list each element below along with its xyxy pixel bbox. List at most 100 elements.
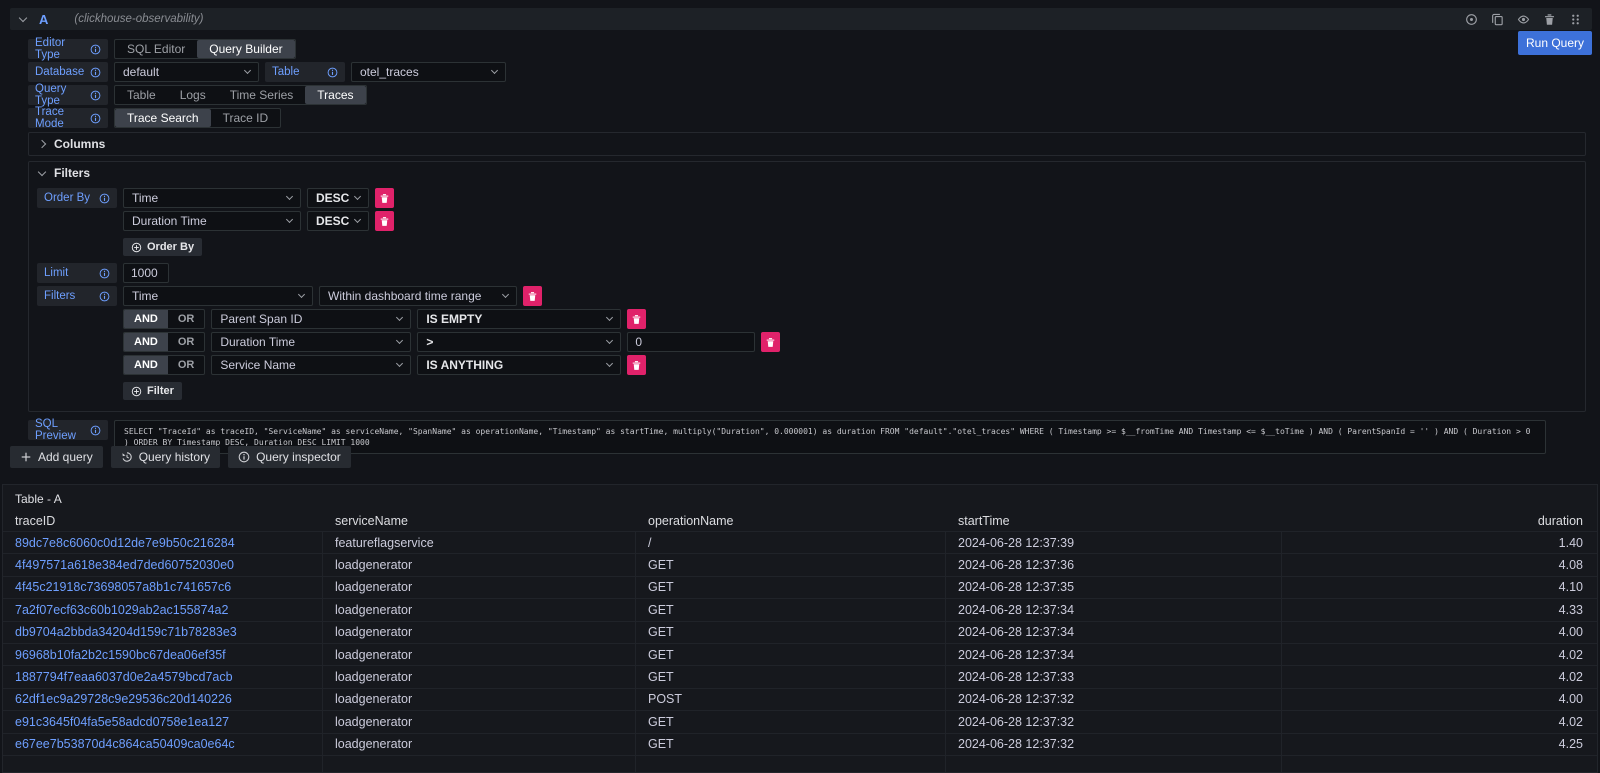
table-row: db9704a2bbda34204d159c71b78283e3 loadgen… bbox=[3, 621, 1597, 643]
chevron-down-icon bbox=[606, 314, 613, 321]
filter-field-select[interactable]: Parent Span ID bbox=[211, 309, 411, 329]
info-circle-icon[interactable] bbox=[90, 67, 101, 78]
plus-icon bbox=[20, 451, 32, 463]
duration-cell: 4.00 bbox=[1282, 622, 1597, 643]
info-circle-icon[interactable] bbox=[90, 44, 101, 55]
query-row-header[interactable]: A (clickhouse-observability) bbox=[10, 8, 1592, 30]
limit-input[interactable] bbox=[123, 263, 169, 283]
info-circle-icon[interactable] bbox=[90, 113, 101, 124]
chevron-down-icon bbox=[298, 291, 305, 298]
filter-operator-select[interactable]: IS ANYTHING bbox=[417, 355, 621, 375]
column-header-servicename[interactable]: serviceName bbox=[323, 514, 636, 528]
column-header-starttime[interactable]: startTime bbox=[946, 514, 1282, 528]
columns-section-header[interactable]: Columns bbox=[29, 133, 1585, 155]
join-and-option[interactable]: AND bbox=[124, 310, 168, 328]
trace-id-link[interactable]: 1887794f7eaa6037d0e2a4579bcd7acb bbox=[15, 670, 233, 684]
duration-cell: 4.00 bbox=[1282, 689, 1597, 710]
service-name-cell: loadgenerator bbox=[323, 711, 636, 732]
order-by-field-select[interactable]: Time bbox=[123, 188, 301, 208]
add-order-by-button[interactable]: Order By bbox=[123, 238, 202, 256]
help-circle-icon[interactable] bbox=[1465, 13, 1478, 26]
filter-operator-select[interactable]: IS EMPTY bbox=[417, 309, 621, 329]
join-and-option[interactable]: AND bbox=[124, 333, 168, 351]
order-by-direction-select[interactable]: DESC bbox=[307, 188, 369, 208]
trace-id-link[interactable]: 4f497571a618e384ed7ded60752030e0 bbox=[15, 558, 234, 572]
trace-id-link[interactable]: 4f45c21918c73698057a8b1c741657c6 bbox=[15, 580, 231, 594]
filter-field-select[interactable]: Time bbox=[123, 286, 313, 306]
trace-id-link[interactable]: db9704a2bbda34204d159c71b78283e3 bbox=[15, 625, 237, 639]
filter-operator-select[interactable]: Within dashboard time range bbox=[319, 286, 517, 306]
add-query-button[interactable]: Add query bbox=[10, 446, 103, 468]
info-circle-icon[interactable] bbox=[327, 67, 338, 78]
order-by-label: Order By bbox=[37, 188, 117, 208]
service-name-cell: loadgenerator bbox=[323, 644, 636, 665]
editor-type-option-sql-editor[interactable]: SQL Editor bbox=[115, 40, 197, 58]
query-type-option-logs[interactable]: Logs bbox=[168, 86, 218, 104]
join-or-option[interactable]: OR bbox=[168, 310, 205, 328]
remove-filter-button[interactable] bbox=[627, 309, 646, 329]
column-header-duration[interactable]: duration bbox=[1282, 514, 1597, 528]
trace-id-link[interactable]: 96968b10fa2b2c1590bc67dea06ef35f bbox=[15, 648, 226, 662]
order-by-field-select[interactable]: Duration Time bbox=[123, 211, 301, 231]
join-or-option[interactable]: OR bbox=[168, 356, 205, 374]
remove-filter-button[interactable] bbox=[761, 332, 780, 352]
join-or-option[interactable]: OR bbox=[168, 333, 205, 351]
info-circle-icon[interactable] bbox=[99, 268, 110, 279]
remove-order-by-button[interactable] bbox=[375, 211, 394, 231]
remove-query-trash-icon[interactable] bbox=[1543, 13, 1556, 26]
filter-join-toggle: AND OR bbox=[123, 332, 205, 352]
column-header-operationname[interactable]: operationName bbox=[636, 514, 946, 528]
editor-type-label: Editor Type bbox=[28, 39, 108, 59]
chevron-down-icon bbox=[354, 193, 361, 200]
table-select[interactable]: otel_traces bbox=[351, 62, 506, 82]
query-actions-bar: Add query Query history Query inspector bbox=[10, 446, 351, 468]
trace-id-link[interactable]: e67ee7b53870d4c864ca50409ca0e64c bbox=[15, 737, 235, 751]
remove-filter-button[interactable] bbox=[627, 355, 646, 375]
chevron-down-icon bbox=[354, 216, 361, 223]
duplicate-query-icon[interactable] bbox=[1491, 13, 1504, 26]
filter-field-select[interactable]: Duration Time bbox=[211, 332, 411, 352]
remove-order-by-button[interactable] bbox=[375, 188, 394, 208]
trace-id-link[interactable]: 7a2f07ecf63c60b1029ab2ac155874a2 bbox=[15, 603, 228, 617]
table-row: e67ee7b53870d4c864ca50409ca0e64c loadgen… bbox=[3, 733, 1597, 755]
info-circle-icon[interactable] bbox=[90, 425, 101, 436]
duration-cell: 4.08 bbox=[1282, 554, 1597, 575]
query-history-button[interactable]: Query history bbox=[111, 446, 220, 468]
duration-cell: 1.40 bbox=[1282, 532, 1597, 553]
trace-id-link[interactable]: 89dc7e8c6060c0d12de7e9b50c216284 bbox=[15, 536, 235, 550]
chevron-down-icon bbox=[396, 314, 403, 321]
trace-id-link[interactable]: e91c3645f04fa5e58adcd0758e1ea127 bbox=[15, 715, 229, 729]
column-header-traceid[interactable]: traceID bbox=[3, 514, 323, 528]
remove-filter-button[interactable] bbox=[523, 286, 542, 306]
info-circle-icon[interactable] bbox=[99, 193, 110, 204]
trace-mode-option-trace-search[interactable]: Trace Search bbox=[115, 109, 211, 127]
query-type-option-traces[interactable]: Traces bbox=[305, 86, 365, 104]
editor-type-option-query-builder[interactable]: Query Builder bbox=[197, 40, 294, 58]
collapse-query-icon[interactable] bbox=[19, 13, 27, 21]
query-type-option-time-series[interactable]: Time Series bbox=[218, 86, 306, 104]
query-inspector-button[interactable]: Query inspector bbox=[228, 446, 351, 468]
trash-icon bbox=[631, 360, 642, 371]
trace-id-link[interactable]: 62df1ec9a29728c9e29536c20d140226 bbox=[15, 692, 232, 706]
filter-value-input[interactable] bbox=[627, 332, 755, 352]
columns-section: Columns bbox=[28, 132, 1586, 156]
order-by-direction-select[interactable]: DESC bbox=[307, 211, 369, 231]
database-select[interactable]: default bbox=[114, 62, 259, 82]
operation-name-cell: GET bbox=[636, 554, 946, 575]
chevron-down-icon bbox=[606, 360, 613, 367]
service-name-cell: loadgenerator bbox=[323, 689, 636, 710]
drag-handle-icon[interactable] bbox=[1569, 13, 1582, 26]
query-type-option-table[interactable]: Table bbox=[115, 86, 168, 104]
info-circle-icon[interactable] bbox=[90, 90, 101, 101]
filter-operator-select[interactable]: > bbox=[417, 332, 621, 352]
duration-cell: 4.10 bbox=[1282, 577, 1597, 598]
duration-cell: 4.02 bbox=[1282, 666, 1597, 687]
filter-field-select[interactable]: Service Name bbox=[211, 355, 411, 375]
table-row: 1887794f7eaa6037d0e2a4579bcd7acb loadgen… bbox=[3, 665, 1597, 687]
join-and-option[interactable]: AND bbox=[124, 356, 168, 374]
add-filter-button[interactable]: Filter bbox=[123, 382, 182, 400]
filters-section-header[interactable]: Filters bbox=[29, 162, 1585, 184]
hide-response-eye-icon[interactable] bbox=[1517, 13, 1530, 26]
trace-mode-option-trace-id[interactable]: Trace ID bbox=[211, 109, 281, 127]
info-circle-icon[interactable] bbox=[99, 291, 110, 302]
